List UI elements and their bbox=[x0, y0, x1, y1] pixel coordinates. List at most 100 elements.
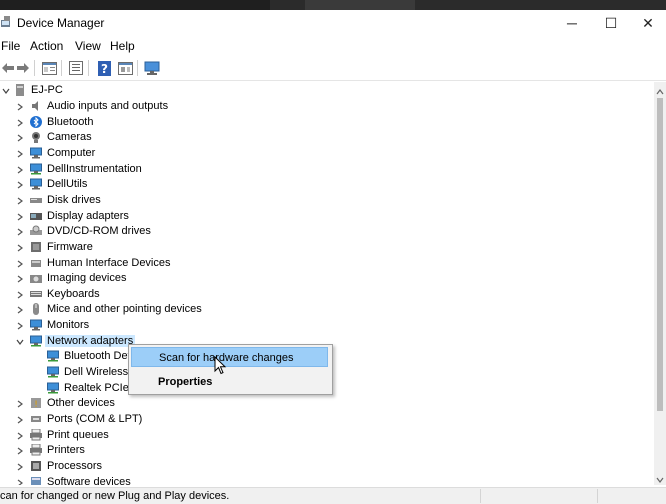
menu-help[interactable]: Help bbox=[110, 39, 135, 53]
tree-item-disk-drives[interactable]: Disk drives bbox=[0, 193, 640, 209]
tree-item-label: Bluetooth bbox=[47, 115, 94, 128]
tree-item-audio-inputs-and-outputs[interactable]: Audio inputs and outputs bbox=[0, 99, 640, 115]
tree-item-label: Printers bbox=[47, 444, 85, 457]
tree-item-bluetooth[interactable]: Bluetooth bbox=[0, 115, 640, 131]
svg-text:!: ! bbox=[34, 400, 38, 409]
tree-item-print-queues[interactable]: Print queues bbox=[0, 428, 640, 444]
context-menu: Scan for hardware changes Properties bbox=[128, 344, 333, 395]
tree-item-label: Print queues bbox=[47, 428, 109, 441]
status-text: can for changed or new Plug and Play dev… bbox=[0, 490, 230, 502]
chevron-down-icon[interactable] bbox=[1, 85, 11, 95]
chevron-right-icon[interactable] bbox=[15, 242, 25, 252]
device-tree[interactable]: EJ-PC Audio inputs and outputs Bluetooth C… bbox=[0, 82, 654, 485]
toolbar-separator bbox=[137, 60, 138, 76]
chevron-right-icon[interactable] bbox=[15, 164, 25, 174]
chevron-down-icon[interactable] bbox=[15, 336, 25, 346]
chevron-right-icon[interactable] bbox=[15, 477, 25, 485]
tree-item-dvd-cd-rom-drives[interactable]: DVD/CD-ROM drives bbox=[0, 224, 640, 240]
tree-item-imaging-devices[interactable]: Imaging devices bbox=[0, 271, 640, 287]
mouse-icon bbox=[30, 303, 42, 316]
chevron-right-icon[interactable] bbox=[15, 117, 25, 127]
monitor-scan-icon[interactable] bbox=[144, 60, 160, 76]
chevron-right-icon[interactable] bbox=[15, 148, 25, 158]
chevron-right-icon[interactable] bbox=[15, 258, 25, 268]
update-driver-icon[interactable] bbox=[117, 60, 133, 76]
tree-item-computer[interactable]: Computer bbox=[0, 146, 640, 162]
firmware-icon bbox=[30, 241, 42, 253]
chevron-right-icon[interactable] bbox=[15, 179, 25, 189]
tree-item-dellutils[interactable]: DellUtils bbox=[0, 177, 640, 193]
menu-view[interactable]: View bbox=[75, 39, 101, 53]
scroll-up-icon[interactable] bbox=[656, 85, 664, 95]
other-device-icon: ! bbox=[30, 397, 42, 410]
network-adapter-icon bbox=[47, 382, 59, 394]
bluetooth-icon bbox=[30, 115, 42, 128]
maximize-button[interactable]: ☐ bbox=[591, 10, 631, 36]
back-arrow-icon[interactable] bbox=[0, 60, 16, 76]
taskbar-segment bbox=[305, 0, 415, 10]
tree-item-processors[interactable]: Processors bbox=[0, 459, 640, 475]
properties-sheet-icon[interactable] bbox=[41, 60, 57, 76]
tree-item-ports-com-lpt[interactable]: Ports (COM & LPT) bbox=[0, 412, 640, 428]
chevron-right-icon[interactable] bbox=[15, 273, 25, 283]
tree-item-label: Bluetooth Dev bbox=[64, 350, 134, 363]
status-bar: can for changed or new Plug and Play dev… bbox=[0, 487, 666, 504]
tree-item-firmware[interactable]: Firmware bbox=[0, 240, 640, 256]
imaging-icon bbox=[30, 272, 42, 284]
toolbar-separator bbox=[34, 60, 35, 76]
vertical-scrollbar[interactable] bbox=[654, 82, 666, 485]
help-icon[interactable]: ? bbox=[96, 60, 112, 76]
tree-item-label: Audio inputs and outputs bbox=[47, 100, 169, 112]
network-adapter-icon bbox=[47, 350, 59, 362]
tree-item-software-devices[interactable]: Software devices bbox=[0, 475, 640, 485]
tree-item-mice-and-other-pointing-devices[interactable]: Mice and other pointing devices bbox=[0, 302, 640, 318]
toolbar-separator bbox=[61, 60, 62, 76]
chevron-right-icon[interactable] bbox=[15, 320, 25, 330]
tree-item-human-interface-devices[interactable]: Human Interface Devices bbox=[0, 256, 640, 272]
status-divider bbox=[480, 489, 481, 503]
tree-item-label: Display adapters bbox=[47, 209, 129, 222]
tree-item-monitors[interactable]: Monitors bbox=[0, 318, 640, 334]
tree-item-printers[interactable]: Printers bbox=[0, 443, 640, 459]
chevron-right-icon[interactable] bbox=[15, 226, 25, 236]
scan-for-hardware-changes-menu-item[interactable]: Scan for hardware changes bbox=[131, 347, 328, 367]
tree-item-label: Mice and other pointing devices bbox=[47, 303, 202, 316]
computer-icon bbox=[14, 84, 26, 96]
device-manager-icon bbox=[1, 16, 12, 28]
scrollbar-thumb[interactable] bbox=[657, 98, 663, 411]
properties-menu-item[interactable]: Properties bbox=[131, 372, 328, 392]
tree-item-label: Human Interface Devices bbox=[47, 256, 171, 269]
monitor-icon bbox=[30, 319, 42, 331]
chevron-right-icon[interactable] bbox=[15, 414, 25, 424]
tree-item-cameras[interactable]: Cameras bbox=[0, 130, 640, 146]
menu-action[interactable]: Action bbox=[30, 39, 63, 53]
chevron-right-icon[interactable] bbox=[15, 132, 25, 142]
chevron-right-icon[interactable] bbox=[15, 398, 25, 408]
chevron-right-icon[interactable] bbox=[15, 304, 25, 314]
chevron-right-icon[interactable] bbox=[15, 461, 25, 471]
chevron-right-icon[interactable] bbox=[15, 211, 25, 221]
title-bar: Device Manager ─ ☐ ✕ bbox=[0, 10, 666, 36]
port-icon bbox=[30, 413, 42, 425]
tree-item-label: DellInstrumentation bbox=[47, 162, 142, 175]
tree-root[interactable]: EJ-PC bbox=[0, 83, 640, 99]
minimize-button[interactable]: ─ bbox=[552, 10, 592, 36]
chevron-right-icon[interactable] bbox=[15, 289, 25, 299]
chevron-right-icon[interactable] bbox=[15, 101, 25, 111]
menu-file[interactable]: File bbox=[1, 39, 20, 53]
tree-item-other-devices[interactable]: ! Other devices bbox=[0, 396, 640, 412]
forward-arrow-icon[interactable] bbox=[15, 60, 31, 76]
chevron-right-icon[interactable] bbox=[15, 445, 25, 455]
list-view-icon[interactable] bbox=[68, 60, 84, 76]
chevron-right-icon[interactable] bbox=[15, 195, 25, 205]
taskbar-strip bbox=[0, 0, 666, 10]
chevron-right-icon[interactable] bbox=[15, 430, 25, 440]
tree-item-display-adapters[interactable]: Display adapters bbox=[0, 209, 640, 225]
close-button[interactable]: ✕ bbox=[630, 10, 666, 36]
scroll-down-icon[interactable] bbox=[656, 473, 664, 483]
tree-item-label: Processors bbox=[47, 459, 103, 472]
tree-item-keyboards[interactable]: Keyboards bbox=[0, 287, 640, 303]
tree-item-label: Firmware bbox=[47, 240, 93, 253]
taskbar-segment bbox=[0, 0, 270, 10]
tree-item-dellinstrumentation[interactable]: DellInstrumentation bbox=[0, 162, 640, 178]
